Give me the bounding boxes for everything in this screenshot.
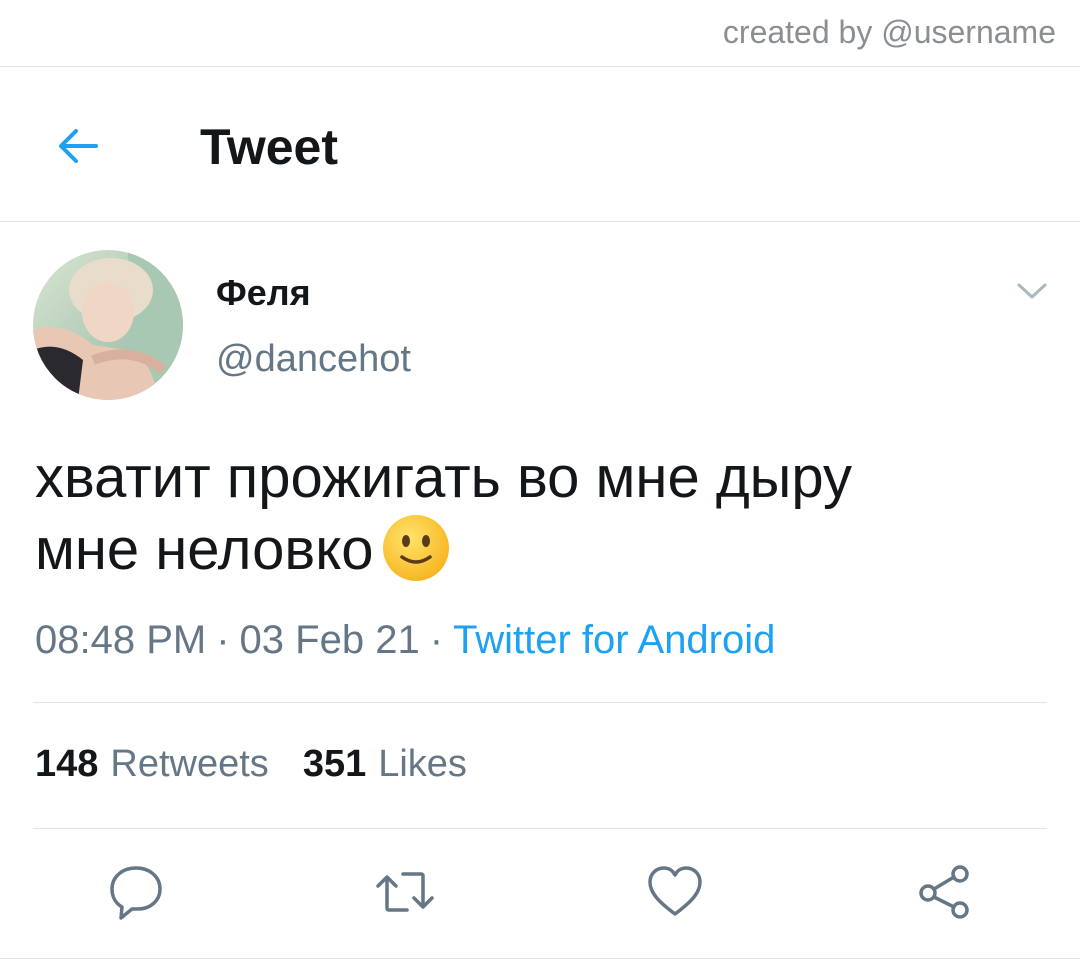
bottom-divider	[0, 958, 1080, 959]
tweet-menu-button[interactable]	[1014, 276, 1050, 306]
likes-label: Likes	[378, 743, 467, 785]
meta-divider	[33, 702, 1047, 703]
share-icon	[919, 865, 969, 919]
likes-stat[interactable]: 351 Likes	[303, 743, 467, 785]
reply-icon	[110, 866, 162, 920]
share-button[interactable]	[914, 862, 974, 922]
tweet-time: 08:48 PM	[35, 618, 207, 662]
avatar[interactable]	[33, 250, 183, 400]
chevron-down-icon	[1017, 283, 1047, 299]
reply-button[interactable]	[106, 862, 166, 922]
page-title: Tweet	[200, 119, 338, 175]
like-button[interactable]	[645, 862, 705, 922]
avatar-image	[33, 250, 183, 400]
tweet-text-line-1: хватит прожигать во мне дыру	[35, 445, 852, 510]
meta-separator: ·	[429, 618, 444, 662]
arrow-left-icon	[59, 129, 98, 163]
heart-icon	[648, 866, 702, 916]
tweet-text: хватит прожигать во мне дыру мне неловко	[35, 442, 1045, 589]
top-divider	[0, 66, 1080, 67]
tweet-date: 03 Feb 21	[239, 618, 420, 662]
tweet-text-line-2: мне неловко	[35, 514, 1045, 589]
tweet-text-line-2-text: мне неловко	[35, 517, 374, 582]
retweets-label: Retweets	[110, 743, 269, 785]
slightly-smiling-face-emoji	[381, 513, 451, 583]
likes-count: 351	[302, 743, 367, 785]
header-divider	[0, 221, 1080, 222]
tweet-meta: 08:48 PM · 03 Feb 21 · Twitter for Android	[35, 618, 775, 663]
meta-separator: ·	[216, 618, 230, 662]
tweet-stats: 148 Retweets 351 Likes	[35, 743, 467, 786]
author-handle[interactable]: @dancehot	[216, 338, 411, 381]
retweets-stat[interactable]: 148 Retweets	[35, 743, 269, 785]
stats-divider	[33, 828, 1047, 829]
retweets-count: 148	[35, 743, 99, 785]
retweet-button[interactable]	[375, 862, 435, 922]
tweet-source-link[interactable]: Twitter for Android	[453, 618, 775, 662]
retweet-icon	[376, 872, 434, 912]
author-display-name[interactable]: Феля	[216, 272, 311, 314]
watermark: created by @username	[722, 14, 1056, 50]
back-button[interactable]	[52, 120, 104, 172]
